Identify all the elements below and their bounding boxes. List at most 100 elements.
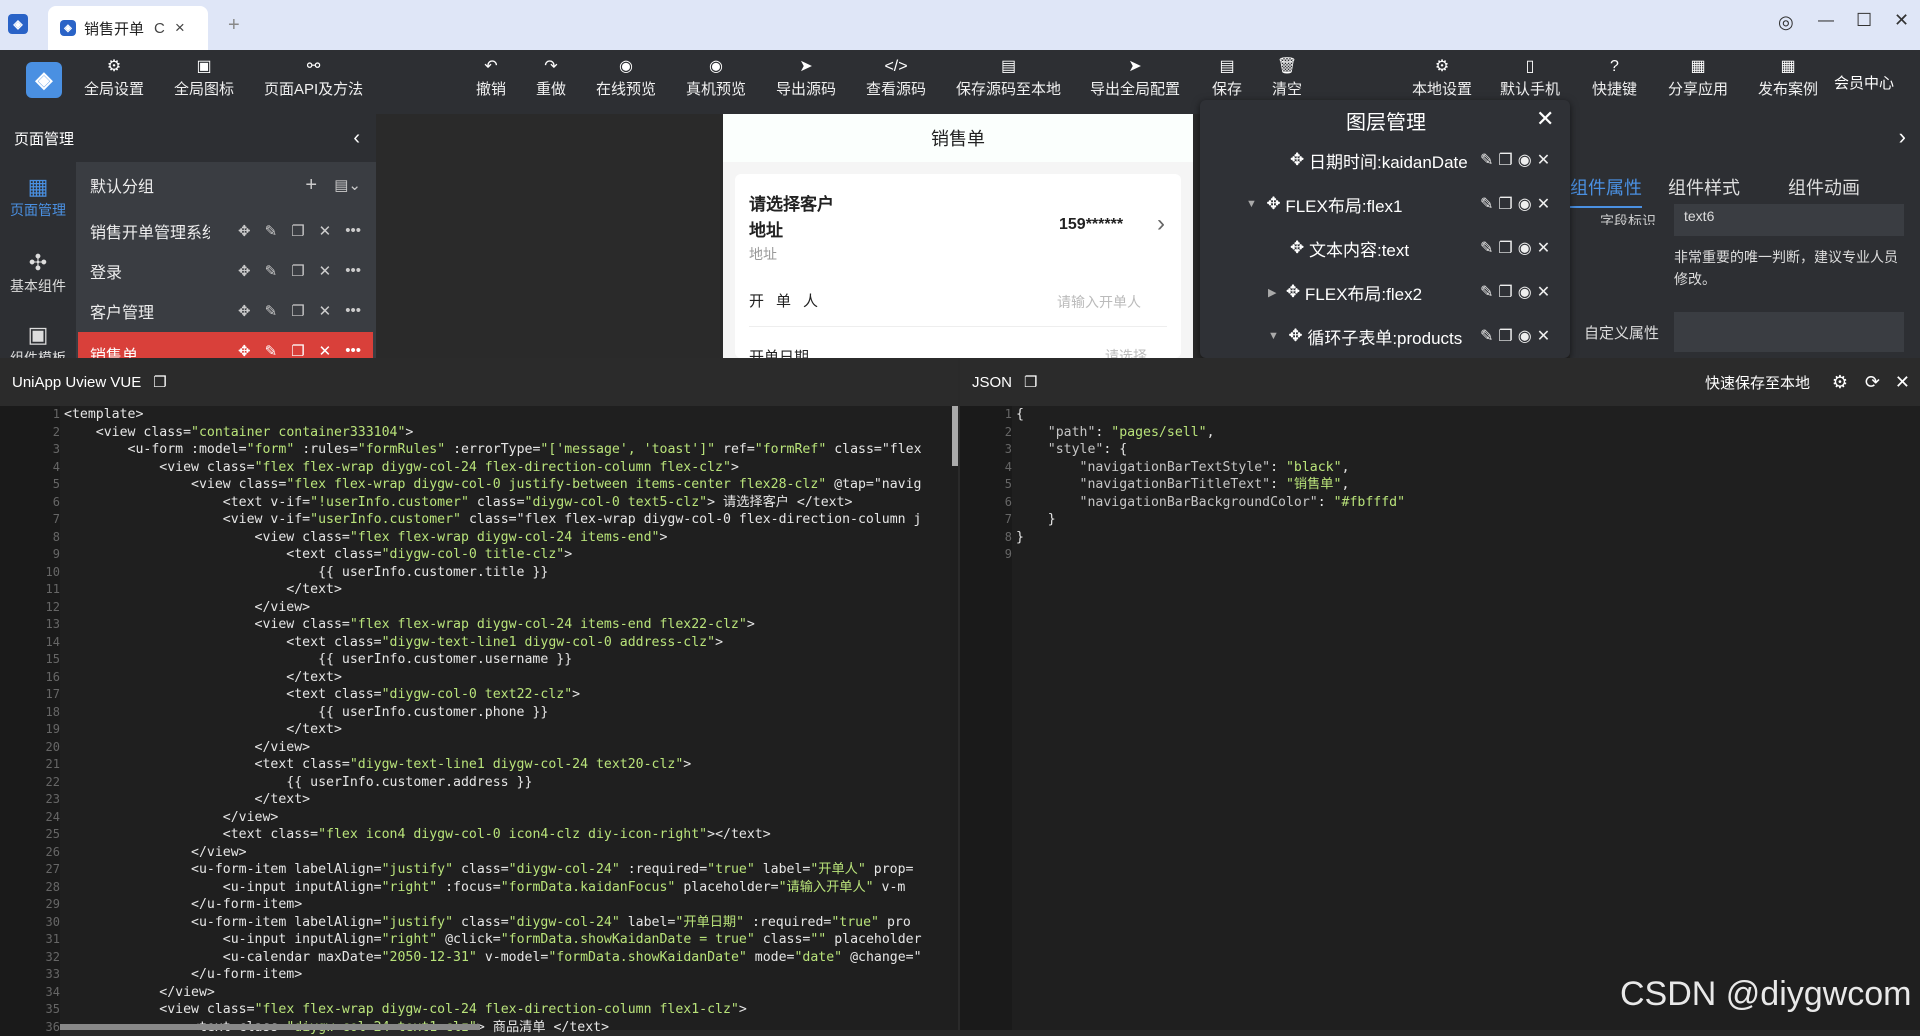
more-icon[interactable]: ••• — [345, 222, 361, 240]
toolbar-redo[interactable]: ↷重做 — [536, 58, 566, 99]
delete-icon[interactable]: ✕ — [1537, 326, 1550, 346]
copy-icon[interactable]: ❐ — [1498, 238, 1512, 258]
toolbar-view-source[interactable]: </>查看源码 — [866, 58, 926, 99]
side-tab-basic-components[interactable]: ✣基本组件 — [0, 250, 76, 296]
browser-tab[interactable]: ◈ 销售开单 C × — [48, 6, 208, 50]
delete-icon[interactable]: ✕ — [319, 302, 332, 320]
move-icon[interactable]: ✥ — [1266, 194, 1280, 214]
move-icon[interactable]: ✥ — [238, 222, 251, 240]
move-icon[interactable]: ✥ — [238, 302, 251, 320]
copy-icon[interactable]: ❐ — [291, 222, 304, 240]
copy-icon[interactable]: ❐ — [1024, 373, 1037, 391]
toolbar-shortcuts[interactable]: ?快捷键 — [1592, 58, 1637, 99]
toolbar-global-settings[interactable]: ⚙全局设置 — [84, 58, 144, 99]
edit-icon[interactable]: ✎ — [265, 262, 278, 280]
vertical-scrollbar[interactable] — [952, 406, 958, 466]
tab-close-icon[interactable]: × — [175, 18, 185, 38]
minimize-button[interactable]: — — [1818, 12, 1834, 30]
copy-icon[interactable]: ❐ — [1498, 326, 1512, 346]
caret-down-icon[interactable]: ▼ — [1246, 198, 1257, 210]
caret-right-icon[interactable]: ▶ — [1268, 286, 1276, 299]
gear-icon[interactable]: ⚙ — [1832, 372, 1848, 393]
edit-icon[interactable]: ✎ — [1480, 194, 1493, 214]
move-icon[interactable]: ✥ — [1290, 150, 1304, 170]
delete-icon[interactable]: ✕ — [1537, 282, 1550, 302]
window-close-button[interactable]: ✕ — [1894, 10, 1909, 31]
toolbar-undo[interactable]: ↶撤销 — [476, 58, 506, 99]
copy-icon[interactable]: ❐ — [1498, 282, 1512, 302]
page-row[interactable]: 登录 ✥✎❐✕••• — [78, 252, 373, 290]
refresh-icon[interactable]: ⟳ — [1865, 372, 1880, 393]
json-editor[interactable]: { "path": "pages/sell", "style": { "navi… — [1016, 406, 1916, 564]
drawer-input[interactable]: 请输入开单人 — [1057, 292, 1141, 312]
expand-chevron-icon[interactable]: › — [1899, 124, 1906, 150]
delete-icon[interactable]: ✕ — [319, 262, 332, 280]
collapse-chevron-icon[interactable]: ‹ — [353, 127, 360, 150]
group-row[interactable]: 默认分组 + ▤⌄ — [78, 166, 373, 204]
toolbar-export-source[interactable]: ➤导出源码 — [776, 58, 836, 99]
edit-icon[interactable]: ✎ — [1480, 326, 1493, 346]
toolbar-clear[interactable]: 🗑清空 — [1272, 58, 1302, 99]
move-icon[interactable]: ✥ — [1290, 238, 1304, 258]
page-row[interactable]: 客户管理 ✥✎❐✕••• — [78, 292, 373, 330]
edit-icon[interactable]: ✎ — [1480, 282, 1493, 302]
toolbar-save[interactable]: ▤保存 — [1212, 58, 1242, 99]
move-icon[interactable]: ✥ — [1286, 282, 1300, 302]
toolbar-export-global-config[interactable]: ➤导出全局配置 — [1090, 58, 1180, 99]
toolbar-global-icons[interactable]: ▣全局图标 — [174, 58, 234, 99]
member-center-link[interactable]: 会员中心 — [1834, 72, 1894, 93]
edit-icon[interactable]: ✎ — [265, 222, 278, 240]
side-tab-page-manager[interactable]: ▦页面管理 — [0, 174, 76, 220]
edit-icon[interactable]: ✎ — [1480, 238, 1493, 258]
more-icon[interactable]: ••• — [345, 302, 361, 320]
tab-component-animation[interactable]: 组件动画 — [1788, 174, 1860, 200]
toolbar-publish-case[interactable]: ▦发布案例 — [1758, 58, 1818, 99]
delete-icon[interactable]: ✕ — [1537, 150, 1550, 170]
copy-icon[interactable]: ❐ — [291, 262, 304, 280]
copy-icon[interactable]: ❐ — [1498, 150, 1512, 170]
group-menu-icon[interactable]: ▤⌄ — [334, 176, 361, 194]
delete-icon[interactable]: ✕ — [1537, 238, 1550, 258]
new-tab-button[interactable]: + — [228, 14, 240, 37]
tab-component-props[interactable]: 组件属性 — [1570, 174, 1642, 208]
edit-icon[interactable]: ✎ — [265, 302, 278, 320]
horizontal-scrollbar[interactable] — [60, 1024, 480, 1030]
layer-row[interactable]: ▼ ✥ 循环子表单:products — [1268, 318, 1462, 354]
visibility-icon[interactable]: ◉ — [1518, 238, 1532, 258]
layer-row[interactable]: ▼ ✥ FLEX布局:flex1 — [1246, 186, 1402, 222]
reload-icon[interactable]: C — [154, 20, 165, 37]
add-icon[interactable]: + — [305, 174, 317, 197]
delete-icon[interactable]: ✕ — [1537, 194, 1550, 214]
page-row-selected[interactable]: 销售单 ✥✎❐✕••• — [78, 332, 373, 358]
extension-icon[interactable]: ◎ — [1778, 12, 1794, 33]
layer-row[interactable]: ✥ 文本内容:text — [1290, 230, 1409, 266]
move-icon[interactable]: ✥ — [238, 262, 251, 280]
move-icon[interactable]: ✥ — [1288, 326, 1302, 346]
maximize-button[interactable]: ☐ — [1856, 10, 1872, 31]
code-editor[interactable]: <template> <view class="container contai… — [64, 406, 952, 1036]
quick-save-local-button[interactable]: 快速保存至本地 — [1705, 372, 1810, 393]
visibility-icon[interactable]: ◉ — [1518, 150, 1532, 170]
more-icon[interactable]: ••• — [345, 342, 361, 358]
move-icon[interactable]: ✥ — [238, 342, 251, 358]
toolbar-online-preview[interactable]: ◉在线预览 — [596, 58, 656, 99]
visibility-icon[interactable]: ◉ — [1518, 282, 1532, 302]
page-row[interactable]: 销售开单管理系统 ✥✎❐✕••• — [78, 212, 373, 250]
caret-down-icon[interactable]: ▼ — [1268, 330, 1279, 342]
chevron-right-icon[interactable]: › — [1157, 210, 1165, 238]
toolbar-page-api[interactable]: ⚯页面API及方法 — [264, 58, 363, 99]
toolbar-device-preview[interactable]: ◉真机预览 — [686, 58, 746, 99]
close-icon[interactable]: ✕ — [1895, 372, 1910, 393]
toolbar-local-settings[interactable]: ⚙本地设置 — [1412, 58, 1472, 99]
more-icon[interactable]: ••• — [345, 262, 361, 280]
close-icon[interactable]: ✕ — [1536, 106, 1554, 132]
toolbar-save-source-local[interactable]: ▤保存源码至本地 — [956, 58, 1061, 99]
copy-icon[interactable]: ❐ — [291, 342, 304, 358]
tab-component-style[interactable]: 组件样式 — [1668, 174, 1740, 200]
visibility-icon[interactable]: ◉ — [1518, 194, 1532, 214]
delete-icon[interactable]: ✕ — [319, 222, 332, 240]
field-id-input[interactable]: text6 — [1674, 204, 1904, 236]
layer-row[interactable]: ✥ 日期时间:kaidanDate — [1290, 142, 1468, 178]
edit-icon[interactable]: ✎ — [1480, 150, 1493, 170]
copy-icon[interactable]: ❐ — [291, 302, 304, 320]
